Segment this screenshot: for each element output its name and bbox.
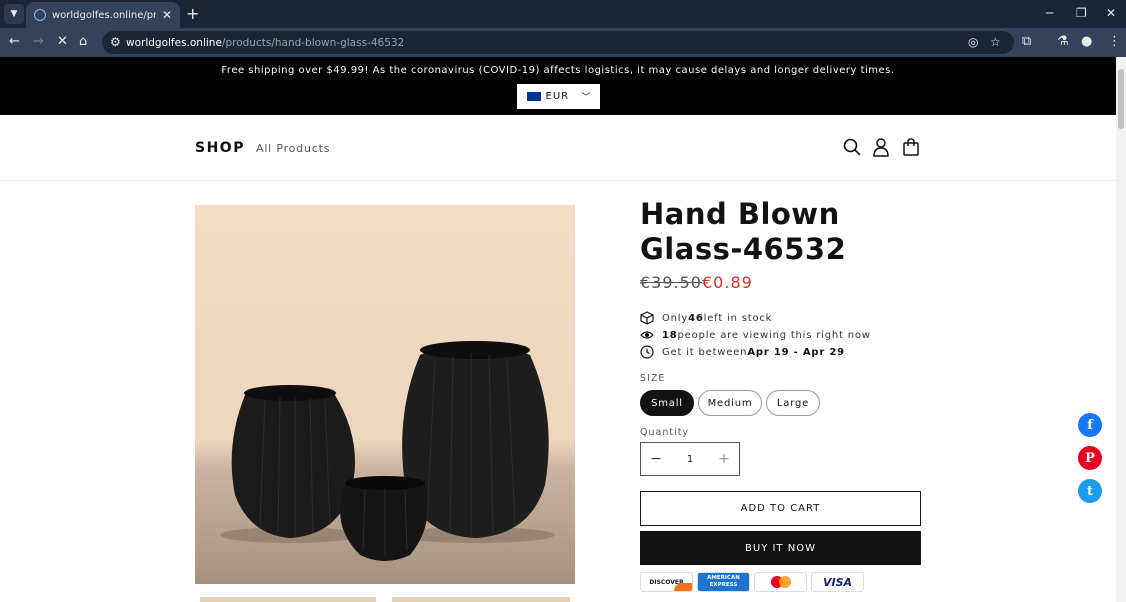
quantity-value[interactable]: 1 <box>687 454 693 465</box>
browser-tab-bar: ▼ worldgolfes.online/products/ha ✕ + ─ ❐… <box>0 0 1126 28</box>
page-scrollbar[interactable] <box>1116 57 1126 602</box>
scrollbar-thumb[interactable] <box>1118 69 1124 129</box>
pinterest-share-button[interactable]: P <box>1078 446 1102 470</box>
restore-button[interactable]: ❐ <box>1076 6 1087 20</box>
stop-loading-icon[interactable]: ✕ <box>57 34 68 50</box>
viewers-count: 18 <box>662 329 678 341</box>
site-header: SHOP All Products <box>0 115 1116 181</box>
stock-suffix: left in stock <box>703 312 773 324</box>
visa-label: VISA <box>822 575 853 589</box>
address-bar[interactable]: ⚙ worldgolfes.online/products/hand-blown… <box>102 31 1014 54</box>
account-icon[interactable] <box>871 137 891 157</box>
mastercard-payment-icon <box>754 572 807 592</box>
url-host: worldgolfes.online <box>126 36 222 49</box>
size-label: SIZE <box>640 373 666 384</box>
stock-count: 46 <box>688 312 704 324</box>
decrease-quantity-button[interactable]: − <box>649 451 663 467</box>
delivery-range: Apr 19 - Apr 29 <box>747 346 845 358</box>
stock-prefix: Only <box>662 312 689 324</box>
delivery-info: Get it between Apr 19 - Apr 29 <box>640 345 845 359</box>
currency-label: EUR <box>545 91 570 102</box>
facebook-share-button[interactable]: f <box>1078 413 1102 437</box>
site-info-icon[interactable]: ⚙ <box>110 35 121 49</box>
stock-info: Only 46 left in stock <box>640 311 772 325</box>
browser-toolbar: ← → ✕ ⌂ ⚙ worldgolfes.online/products/ha… <box>0 28 1126 57</box>
tab-search-button[interactable]: ▼ <box>4 4 24 24</box>
thumbnail-2[interactable] <box>392 597 570 602</box>
twitter-icon: t <box>1086 483 1093 499</box>
nav-all-products[interactable]: All Products <box>256 142 330 155</box>
increase-quantity-button[interactable]: + <box>717 451 731 467</box>
box-icon <box>640 311 654 325</box>
browser-tab[interactable]: worldgolfes.online/products/ha ✕ <box>26 2 180 28</box>
back-icon[interactable]: ← <box>9 34 20 50</box>
announcement-bar: Free shipping over $49.99! As the corona… <box>0 57 1116 115</box>
chevron-down-icon: ﹀ <box>581 93 592 103</box>
clock-icon <box>640 345 654 359</box>
size-option-large[interactable]: Large <box>766 390 820 416</box>
site-logo[interactable]: SHOP <box>195 140 245 156</box>
thumbnail-1[interactable] <box>200 597 376 602</box>
twitter-share-button[interactable]: t <box>1078 479 1102 503</box>
close-tab-icon[interactable]: ✕ <box>162 8 172 22</box>
mastercard-logo-icon <box>770 576 791 588</box>
bookmark-star-icon[interactable]: ☆ <box>990 35 1001 49</box>
globe-icon <box>34 9 46 21</box>
buy-it-now-button[interactable]: BUY IT NOW <box>640 531 921 565</box>
quantity-stepper: − 1 + <box>640 442 740 476</box>
currency-selector[interactable]: EUR ﹀ <box>516 84 600 109</box>
cart-icon[interactable] <box>901 137 921 157</box>
product-image[interactable] <box>195 205 575 584</box>
search-icon[interactable] <box>842 137 862 157</box>
discover-swoosh-icon <box>674 583 692 591</box>
eye-icon <box>640 331 654 339</box>
page-viewport: Free shipping over $49.99! As the corona… <box>0 57 1116 602</box>
amex-payment-icon: AMERICAN EXPRESS <box>697 572 750 592</box>
menu-kebab-icon[interactable]: ⋮ <box>1108 34 1121 50</box>
add-to-cart-button[interactable]: ADD TO CART <box>640 491 921 526</box>
delivery-prefix: Get it between <box>662 346 748 358</box>
profile-icon[interactable]: ● <box>1081 34 1092 50</box>
discover-payment-icon: DISCOVER <box>640 572 693 592</box>
viewers-info: 18 people are viewing this right now <box>640 328 871 342</box>
minimize-button[interactable]: ─ <box>1046 6 1053 20</box>
amex-label: AMERICAN EXPRESS <box>707 575 740 588</box>
vases-illustration <box>220 341 555 561</box>
url-path: /products/hand-blown-glass-46532 <box>221 36 405 49</box>
eu-flag-icon <box>526 92 541 101</box>
tab-title: worldgolfes.online/products/ha <box>52 9 156 21</box>
size-option-medium[interactable]: Medium <box>698 390 762 416</box>
sale-price: €0.89 <box>702 273 753 292</box>
pinterest-icon: P <box>1085 450 1095 466</box>
home-icon[interactable]: ⌂ <box>79 34 87 50</box>
extensions-icon[interactable]: ⧉ <box>1022 34 1031 50</box>
new-tab-button[interactable]: + <box>186 4 199 23</box>
forward-icon[interactable]: → <box>33 34 44 50</box>
viewers-suffix: people are viewing this right now <box>677 329 871 341</box>
labs-icon[interactable]: ⚗ <box>1057 34 1069 50</box>
eye-off-icon[interactable]: ◎ <box>968 35 978 49</box>
close-window-button[interactable]: ✕ <box>1106 6 1116 20</box>
product-title: Hand Blown Glass-46532 <box>640 197 847 266</box>
size-option-small[interactable]: Small <box>640 390 694 416</box>
facebook-icon: f <box>1087 417 1093 433</box>
visa-payment-icon: VISA <box>811 572 864 592</box>
regular-price: €39.50 <box>640 273 702 292</box>
announcement-message: Free shipping over $49.99! As the corona… <box>221 65 895 76</box>
quantity-label: Quantity <box>640 427 690 438</box>
